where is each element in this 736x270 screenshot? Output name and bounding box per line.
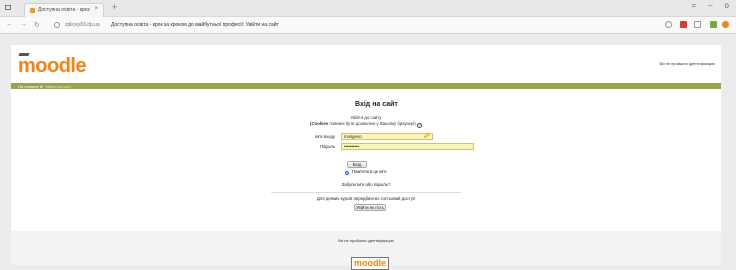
- divider: [271, 192, 461, 193]
- tab-overview-icon[interactable]: [5, 5, 11, 10]
- remember-username-label: Пам'ятати це ім'я: [352, 169, 387, 174]
- footer-login-status: Ви не пройшли ідентифікацію: [338, 238, 394, 243]
- forward-icon[interactable]: →: [20, 21, 27, 28]
- forgot-password-link[interactable]: Забули ім'я або пароль?: [11, 182, 721, 187]
- page-title: Вхід на сайт: [355, 101, 398, 108]
- extension-green-icon[interactable]: [710, 21, 717, 28]
- login-intro: Увійти до сайту (Cookies повинні бути до…: [11, 115, 721, 128]
- browser-tab-bar: Доступна освіта - крок × + = – o: [0, 0, 736, 17]
- new-tab-button[interactable]: +: [112, 2, 117, 12]
- key-icon[interactable]: [665, 21, 672, 28]
- cookies-notice: (Cookies повинні бути дозволені у Вашому…: [11, 121, 721, 128]
- help-icon[interactable]: ?: [416, 123, 422, 128]
- window-controls: = – o: [691, 1, 729, 10]
- login-submit-button[interactable]: Вхід: [347, 161, 367, 168]
- url-page-title[interactable]: Доступна освіта - крок за кроком до майб…: [111, 22, 279, 28]
- url-host[interactable]: zplicey83.dp.ua: [65, 22, 100, 28]
- minimize-icon[interactable]: –: [708, 1, 712, 10]
- back-icon[interactable]: ←: [6, 21, 13, 28]
- extension-red-icon[interactable]: [680, 21, 687, 28]
- guest-login-button[interactable]: Увійти як гість: [354, 204, 386, 211]
- bookmark-icon[interactable]: [694, 21, 701, 28]
- password-field[interactable]: ••••••••••: [341, 143, 474, 150]
- username-field[interactable]: mosgeno 🔑: [341, 133, 433, 140]
- menu-icon[interactable]: =: [691, 1, 696, 10]
- browser-tab[interactable]: Доступна освіта - крок ×: [24, 3, 104, 17]
- remember-username-checkbox[interactable]: [345, 171, 349, 175]
- moodle-page: moodle Ви не пройшли ідентифікацію На го…: [11, 45, 721, 270]
- cookies-notice-text: повинні бути дозволені у Вашому браузері…: [328, 121, 416, 126]
- username-label: Ім'я входу: [315, 134, 335, 139]
- site-favicon-icon: [30, 8, 35, 13]
- site-info-icon[interactable]: [54, 22, 60, 28]
- site-header: moodle Ви не пройшли ідентифікацію: [11, 45, 721, 83]
- footer-moodle-logo[interactable]: moodle: [351, 257, 389, 270]
- tab-title: Доступна освіта - крок: [38, 7, 90, 13]
- close-tab-icon[interactable]: ×: [94, 6, 98, 12]
- header-login-status: Ви не пройшли ідентифікацію: [659, 61, 715, 66]
- address-bar: ← → ↻ zplicey83.dp.ua Доступна освіта - …: [0, 17, 736, 34]
- reload-icon[interactable]: ↻: [34, 21, 40, 29]
- username-value: mosgeno: [344, 134, 362, 139]
- moodle-logo[interactable]: moodle: [18, 56, 87, 76]
- cookies-notice-bold: (Cookies: [310, 121, 329, 126]
- guest-access-text: Для деяких курсів передбачено гостьовий …: [316, 196, 416, 201]
- password-value: ••••••••••: [344, 144, 360, 149]
- extension-orange-icon[interactable]: [722, 21, 729, 28]
- password-label: Пароль: [320, 144, 335, 149]
- password-manager-key-icon[interactable]: 🔑: [424, 134, 430, 139]
- maximize-icon[interactable]: o: [725, 1, 729, 10]
